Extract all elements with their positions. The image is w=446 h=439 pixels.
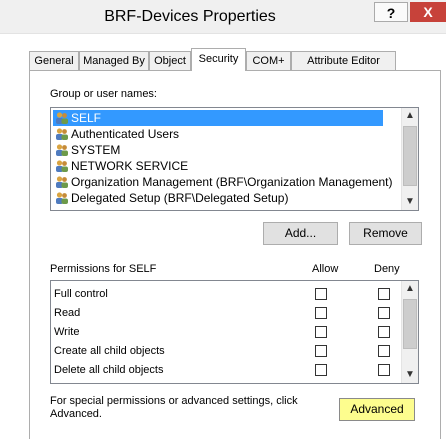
table-row: Create all child objects bbox=[51, 341, 401, 361]
scroll-thumb[interactable] bbox=[403, 299, 417, 349]
deny-checkbox[interactable] bbox=[378, 345, 390, 357]
allow-checkbox[interactable] bbox=[315, 345, 327, 357]
window-title: BRF-Devices Properties bbox=[104, 8, 276, 25]
user-name: SYSTEM bbox=[71, 143, 121, 157]
deny-column-header: Deny bbox=[374, 263, 400, 275]
tab-com-plus[interactable]: COM+ bbox=[246, 51, 291, 70]
table-row: Full control bbox=[51, 284, 401, 304]
tab-managed-by[interactable]: Managed By bbox=[79, 51, 149, 70]
user-list[interactable]: SELF Authenticated Users SYSTEM NETWORK … bbox=[50, 107, 419, 211]
users-group-icon bbox=[56, 144, 68, 156]
special-permissions-text: For special permissions or advanced sett… bbox=[50, 395, 298, 407]
permissions-scrollbar[interactable]: ▲ ▼ bbox=[401, 281, 418, 383]
user-name: Organization Management (BRF\Organizatio… bbox=[71, 175, 393, 189]
user-name: NETWORK SERVICE bbox=[71, 159, 189, 173]
close-button[interactable]: X bbox=[410, 2, 446, 22]
user-name: SELF bbox=[71, 111, 102, 125]
list-item[interactable]: Organization Management (BRF\Organizatio… bbox=[53, 174, 393, 190]
allow-checkbox[interactable] bbox=[315, 307, 327, 319]
chevron-up-icon[interactable]: ▲ bbox=[402, 281, 418, 297]
permission-name: Create all child objects bbox=[54, 345, 165, 357]
list-item[interactable]: Delegated Setup (BRF\Delegated Setup) bbox=[53, 190, 383, 206]
permission-name: Delete all child objects bbox=[54, 364, 164, 376]
chevron-up-icon[interactable]: ▲ bbox=[402, 108, 418, 124]
tab-object[interactable]: Object bbox=[149, 51, 191, 70]
allow-checkbox[interactable] bbox=[315, 364, 327, 376]
chevron-down-icon[interactable]: ▼ bbox=[402, 194, 418, 210]
user-name: Delegated Setup (BRF\Delegated Setup) bbox=[71, 191, 289, 205]
add-button[interactable]: Add... bbox=[263, 222, 338, 245]
title-bar: BRF-Devices Properties ? X bbox=[0, 0, 446, 34]
tab-security[interactable]: Security bbox=[191, 48, 246, 71]
list-item[interactable]: NETWORK SERVICE bbox=[53, 158, 383, 174]
deny-checkbox[interactable] bbox=[378, 326, 390, 338]
table-row: Write bbox=[51, 322, 401, 342]
allow-column-header: Allow bbox=[312, 263, 339, 275]
table-row: Read bbox=[51, 303, 401, 323]
user-list-scrollbar[interactable]: ▲ ▼ bbox=[401, 108, 418, 210]
permission-name: Full control bbox=[54, 288, 108, 300]
permission-name: Read bbox=[54, 307, 81, 319]
permission-name: Write bbox=[54, 326, 80, 338]
deny-checkbox[interactable] bbox=[378, 307, 390, 319]
advanced-button[interactable]: Advanced bbox=[339, 398, 415, 421]
special-permissions-text-2: Advanced. bbox=[50, 408, 102, 420]
chevron-down-icon[interactable]: ▼ bbox=[402, 367, 418, 383]
allow-checkbox[interactable] bbox=[315, 288, 327, 300]
list-item[interactable]: Authenticated Users bbox=[53, 126, 383, 142]
users-group-icon bbox=[56, 128, 68, 140]
permissions-label: Permissions for SELF bbox=[50, 263, 157, 275]
tab-attribute-editor[interactable]: Attribute Editor bbox=[291, 51, 396, 70]
tab-general[interactable]: General bbox=[29, 51, 79, 70]
user-name: Authenticated Users bbox=[71, 127, 180, 141]
users-group-icon bbox=[56, 112, 68, 124]
list-item[interactable]: SELF bbox=[53, 110, 383, 126]
permissions-list[interactable]: Full control Read Write Create all child… bbox=[50, 280, 419, 384]
users-label: Group or user names: bbox=[50, 88, 157, 100]
deny-checkbox[interactable] bbox=[378, 288, 390, 300]
users-group-icon bbox=[56, 176, 68, 188]
help-button[interactable]: ? bbox=[374, 2, 408, 22]
list-item[interactable]: SYSTEM bbox=[53, 142, 383, 158]
scroll-thumb[interactable] bbox=[403, 126, 417, 186]
deny-checkbox[interactable] bbox=[378, 364, 390, 376]
remove-button[interactable]: Remove bbox=[349, 222, 422, 245]
users-group-icon bbox=[56, 160, 68, 172]
table-row: Delete all child objects bbox=[51, 360, 401, 380]
users-group-icon bbox=[56, 192, 68, 204]
allow-checkbox[interactable] bbox=[315, 326, 327, 338]
